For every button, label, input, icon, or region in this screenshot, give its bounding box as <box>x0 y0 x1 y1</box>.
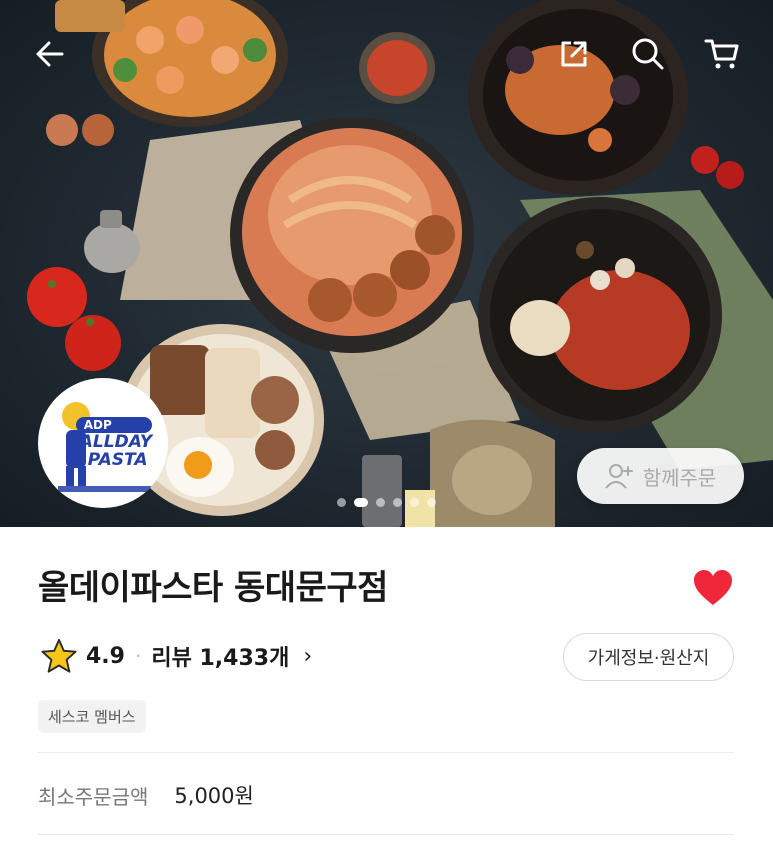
together-order-button[interactable]: 함께주문 <box>577 448 744 504</box>
back-button[interactable] <box>28 32 72 76</box>
rating-score: 4.9 <box>86 643 125 669</box>
store-info-button[interactable]: 가게정보·원산지 <box>563 633 734 681</box>
add-person-icon <box>604 464 633 489</box>
divider <box>38 752 734 753</box>
logo-text: ADP ALLDAY PASTA <box>54 417 153 470</box>
store-tag: 세스코 멤버스 <box>38 700 146 733</box>
star-icon <box>41 638 77 673</box>
store-name: 올데이파스타 동대문구점 <box>38 568 388 608</box>
rating-separator: · <box>134 644 142 668</box>
carousel-dot[interactable] <box>393 498 402 507</box>
search-icon <box>632 38 664 70</box>
carousel-dot[interactable] <box>376 498 385 507</box>
review-link[interactable]: 리뷰 1,433개 › <box>151 640 312 672</box>
cart-icon <box>704 39 739 69</box>
logo-line-2: PASTA <box>87 450 148 470</box>
favorite-heart-icon[interactable] <box>692 568 734 608</box>
divider <box>38 834 734 835</box>
min-order-label: 최소주문금액 <box>38 784 149 809</box>
min-order-row: 최소주문금액 5,000원 <box>38 780 254 810</box>
rating-row: 4.9 · 리뷰 1,433개 › <box>40 636 312 676</box>
min-order-value: 5,000원 <box>174 784 254 808</box>
logo-line-1: ALLDAY <box>79 432 153 452</box>
review-count: 리뷰 1,433개 <box>151 646 290 671</box>
store-logo: ADP ALLDAY PASTA <box>38 378 168 508</box>
carousel-dot[interactable] <box>427 498 436 507</box>
back-arrow-icon <box>36 41 64 67</box>
cart-button[interactable] <box>700 32 744 76</box>
hero-image[interactable]: ADP ALLDAY PASTA 함께주문 <box>0 0 773 527</box>
logo-badge: ADP <box>75 417 153 433</box>
together-order-label: 함께주문 <box>642 465 717 490</box>
carousel-dot[interactable] <box>410 498 419 507</box>
carousel-dot[interactable] <box>337 498 346 507</box>
carousel-dot-active[interactable] <box>354 498 368 507</box>
share-icon <box>561 41 587 67</box>
share-button[interactable] <box>552 32 596 76</box>
search-button[interactable] <box>626 32 670 76</box>
carousel-indicator <box>0 498 773 507</box>
chevron-right-icon: › <box>303 643 313 669</box>
